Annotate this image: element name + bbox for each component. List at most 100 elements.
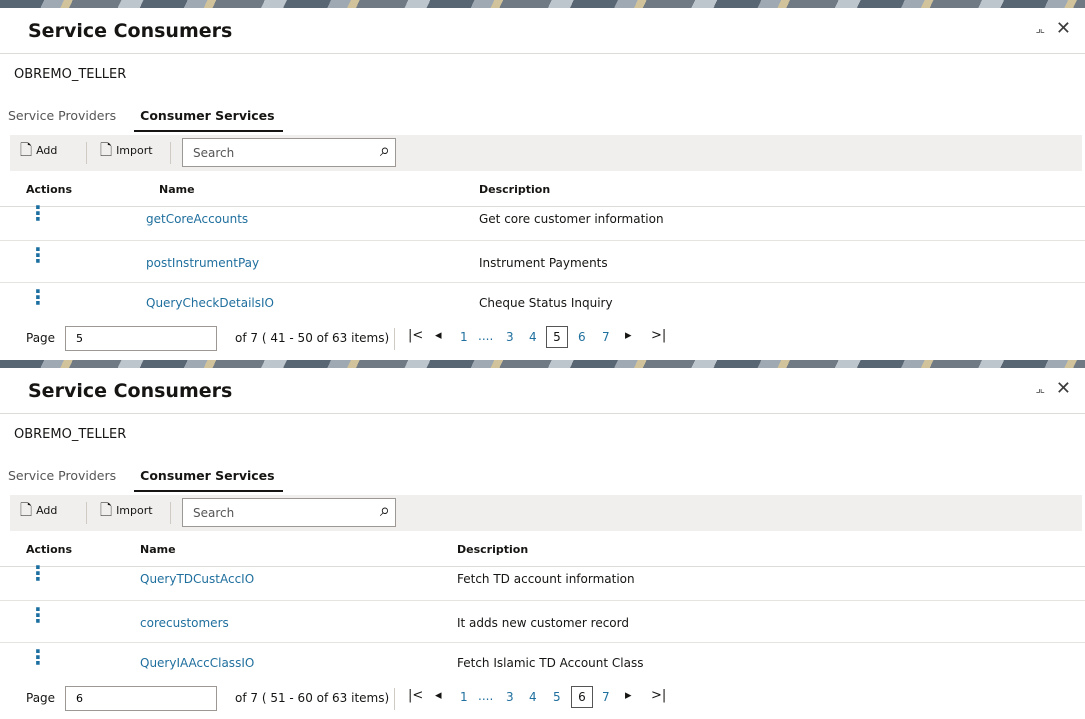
import-button-label: Import — [116, 504, 153, 517]
last-page-button[interactable]: >| — [651, 688, 666, 703]
page-link-7[interactable]: 7 — [602, 330, 610, 344]
column-header-actions: Actions — [26, 543, 72, 556]
panel-header: Service Consumers ⌟⌞ ✕ — [0, 8, 1085, 54]
service-name-link[interactable]: QueryCheckDetailsIO — [146, 296, 274, 310]
previous-page-button[interactable]: ◂ — [435, 328, 442, 343]
close-icon[interactable]: ✕ — [1056, 20, 1071, 38]
column-header-name[interactable]: Name — [140, 543, 176, 556]
page-link-4[interactable]: 4 — [529, 690, 537, 704]
page-number-input[interactable] — [65, 326, 217, 351]
page-link-3[interactable]: 3 — [506, 330, 514, 344]
toolbar: 🗋 Add 🗋 Import ⌕ — [10, 135, 1082, 171]
column-header-name[interactable]: Name — [159, 183, 195, 196]
add-button-label: Add — [36, 504, 58, 517]
import-button-label: Import — [116, 144, 153, 157]
service-description: Cheque Status Inquiry — [479, 296, 613, 310]
add-file-icon: 🗋 — [20, 141, 33, 159]
header-banner — [0, 0, 1085, 8]
page-summary: of 7 ( 41 - 50 of 63 items) — [235, 331, 390, 345]
add-button[interactable]: 🗋 Add — [20, 143, 57, 158]
service-name-link[interactable]: getCoreAccounts — [146, 212, 248, 226]
tab-consumer-services[interactable]: Consumer Services — [134, 460, 284, 492]
page-link-1[interactable]: 1 — [460, 690, 468, 704]
next-page-button[interactable]: ▸ — [625, 328, 632, 343]
add-file-icon: 🗋 — [20, 501, 33, 519]
page-link-1[interactable]: 1 — [460, 330, 468, 344]
kebab-menu-icon[interactable]: ⋮ — [28, 243, 48, 267]
kebab-menu-icon[interactable]: ⋮ — [28, 603, 48, 627]
tab-service-providers[interactable]: Service Providers — [8, 460, 116, 490]
service-description: Fetch Islamic TD Account Class — [457, 656, 644, 670]
kebab-menu-icon[interactable]: ⋮ — [28, 201, 48, 225]
close-icon[interactable]: ✕ — [1056, 380, 1071, 398]
toolbar-divider — [170, 142, 171, 164]
page-link-7[interactable]: 7 — [602, 690, 610, 704]
service-name-link[interactable]: QueryTDCustAccIO — [140, 572, 254, 586]
tab-consumer-services[interactable]: Consumer Services — [134, 100, 284, 132]
user-label: OBREMO_TELLER — [14, 67, 127, 82]
column-header-actions: Actions — [26, 183, 72, 196]
page-link-4[interactable]: 4 — [529, 330, 537, 344]
next-page-button[interactable]: ▸ — [625, 688, 632, 703]
restore-icon[interactable]: ⌟⌞ — [1036, 380, 1045, 398]
page-link-5-current[interactable]: 5 — [546, 326, 568, 348]
service-description: Fetch TD account information — [457, 572, 635, 586]
user-label: OBREMO_TELLER — [14, 427, 127, 442]
tab-bar: Service Providers Consumer Services — [0, 100, 287, 132]
last-page-button[interactable]: >| — [651, 328, 666, 343]
table-row: ⋮ corecustomers It adds new customer rec… — [0, 600, 1085, 643]
table-row: ⋮ getCoreAccounts Get core customer info… — [0, 198, 1085, 241]
import-button[interactable]: 🗋 Import — [100, 503, 153, 518]
tab-service-providers[interactable]: Service Providers — [8, 100, 116, 130]
page-link-6-current[interactable]: 6 — [571, 686, 593, 708]
first-page-button[interactable]: |< — [408, 688, 423, 703]
kebab-menu-icon[interactable]: ⋮ — [28, 561, 48, 585]
table-row: ⋮ postInstrumentPay Instrument Payments — [0, 240, 1085, 283]
import-button[interactable]: 🗋 Import — [100, 143, 153, 158]
toolbar-divider — [170, 502, 171, 524]
pager-divider — [394, 328, 395, 350]
service-consumers-panel: Service Consumers ⌟⌞ ✕ OBREMO_TELLER Ser… — [0, 0, 1085, 360]
search-input[interactable] — [191, 143, 370, 163]
import-file-icon: 🗋 — [100, 501, 113, 519]
pagination: Page of 7 ( 41 - 50 of 63 items) |< ◂ 1 … — [0, 322, 1085, 356]
service-consumers-panel: Service Consumers ⌟⌞ ✕ OBREMO_TELLER Ser… — [0, 360, 1085, 719]
search-input[interactable] — [191, 503, 370, 523]
search-icon[interactable]: ⌕ — [380, 500, 390, 521]
service-name-link[interactable]: QueryIAAccClassIO — [140, 656, 254, 670]
table-row: ⋮ QueryCheckDetailsIO Cheque Status Inqu… — [0, 282, 1085, 324]
service-description: Get core customer information — [479, 212, 664, 226]
page-ellipsis: .... — [478, 329, 494, 343]
page-label: Page — [26, 331, 56, 345]
toolbar: 🗋 Add 🗋 Import ⌕ — [10, 495, 1082, 531]
service-description: Instrument Payments — [479, 256, 608, 270]
previous-page-button[interactable]: ◂ — [435, 688, 442, 703]
pagination: Page of 7 ( 51 - 60 of 63 items) |< ◂ 1 … — [0, 682, 1085, 716]
pager-divider — [394, 688, 395, 710]
page-link-3[interactable]: 3 — [506, 690, 514, 704]
column-header-description[interactable]: Description — [457, 543, 528, 556]
first-page-button[interactable]: |< — [408, 328, 423, 343]
service-name-link[interactable]: corecustomers — [140, 616, 229, 630]
panel-header: Service Consumers ⌟⌞ ✕ — [0, 368, 1085, 414]
page-summary: of 7 ( 51 - 60 of 63 items) — [235, 691, 390, 705]
kebab-menu-icon[interactable]: ⋮ — [28, 645, 48, 669]
service-description: It adds new customer record — [457, 616, 629, 630]
service-name-link[interactable]: postInstrumentPay — [146, 256, 259, 270]
import-file-icon: 🗋 — [100, 141, 113, 159]
header-banner — [0, 360, 1085, 368]
page-number-input[interactable] — [65, 686, 217, 711]
page-link-5[interactable]: 5 — [553, 690, 561, 704]
toolbar-divider — [86, 142, 87, 164]
add-button-label: Add — [36, 144, 58, 157]
table-row: ⋮ QueryTDCustAccIO Fetch TD account info… — [0, 558, 1085, 601]
page-link-6[interactable]: 6 — [578, 330, 586, 344]
column-header-description[interactable]: Description — [479, 183, 550, 196]
tab-bar: Service Providers Consumer Services — [0, 460, 287, 492]
search-icon[interactable]: ⌕ — [380, 140, 390, 161]
restore-icon[interactable]: ⌟⌞ — [1036, 20, 1045, 38]
add-button[interactable]: 🗋 Add — [20, 503, 57, 518]
table-row: ⋮ QueryIAAccClassIO Fetch Islamic TD Acc… — [0, 642, 1085, 684]
panel-title: Service Consumers — [28, 380, 233, 402]
kebab-menu-icon[interactable]: ⋮ — [28, 285, 48, 309]
